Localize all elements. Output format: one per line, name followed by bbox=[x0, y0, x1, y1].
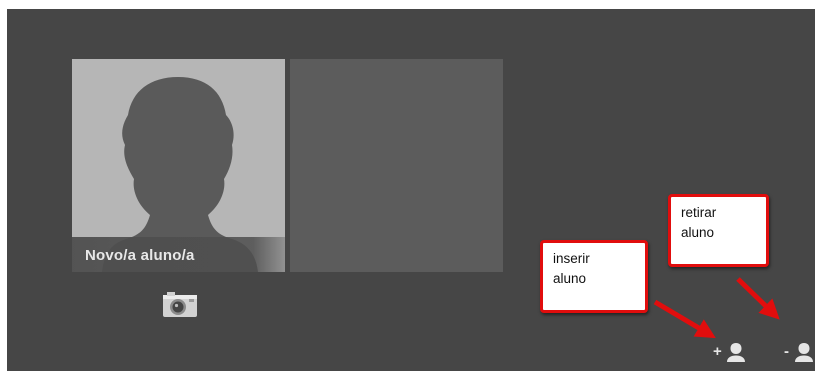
remove-student-button[interactable]: - bbox=[784, 342, 815, 364]
add-user-icon bbox=[727, 343, 745, 362]
remove-callout-line2: aluno bbox=[681, 225, 715, 240]
insert-callout-line2: aluno bbox=[553, 271, 587, 286]
student-panel: Novo/a aluno/a inserir aluno retirar alu… bbox=[7, 9, 815, 371]
insert-arrow bbox=[653, 299, 716, 339]
camera-icon[interactable] bbox=[162, 290, 198, 318]
insert-student-callout: inserir aluno bbox=[540, 240, 648, 313]
remove-callout-line1: retirar bbox=[681, 205, 717, 220]
new-student-card[interactable]: Novo/a aluno/a bbox=[72, 59, 285, 272]
card-label-bar: Novo/a aluno/a bbox=[72, 237, 285, 272]
remove-sign: - bbox=[784, 343, 789, 360]
add-sign: + bbox=[713, 343, 722, 360]
empty-student-slot bbox=[290, 59, 503, 272]
new-student-label: Novo/a aluno/a bbox=[85, 247, 195, 264]
add-student-button[interactable]: + bbox=[713, 342, 753, 364]
insert-callout-line1: inserir bbox=[553, 251, 590, 266]
remove-student-callout: retirar aluno bbox=[668, 194, 769, 267]
remove-user-icon bbox=[795, 343, 813, 362]
remove-arrow bbox=[736, 277, 780, 320]
